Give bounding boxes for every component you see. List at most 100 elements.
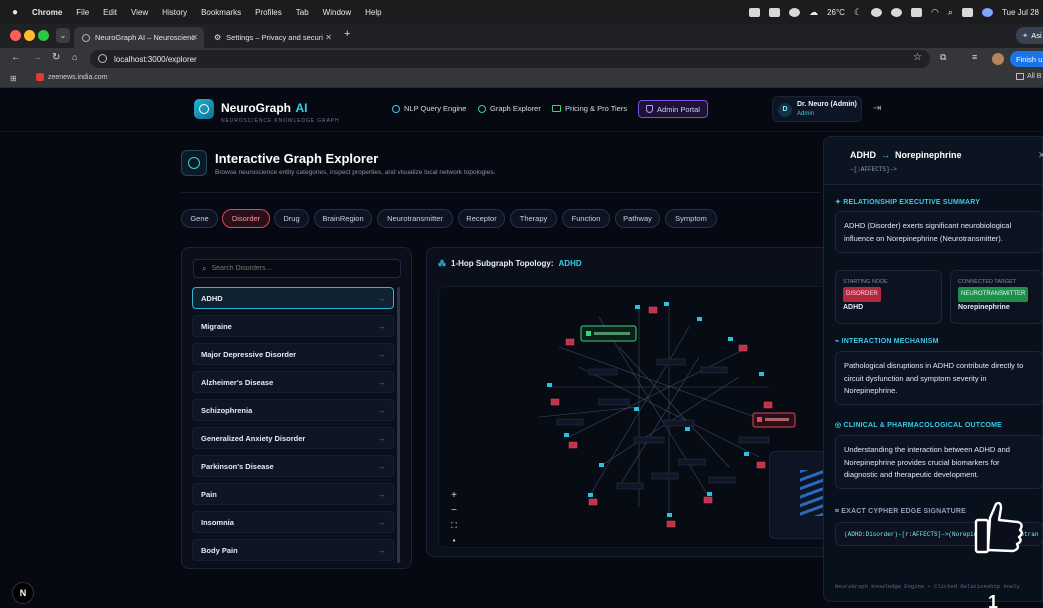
coffee-icon[interactable] [749, 7, 761, 17]
list-item-parkinsons[interactable]: Parkinson's Disease → [192, 455, 394, 477]
window-minimize-button[interactable] [24, 30, 35, 41]
assistant-button[interactable]: ✦ Asi [1016, 27, 1043, 44]
menu-edit[interactable]: Edit [103, 8, 117, 17]
summary-box: ADHD (Disorder) exerts significant neuro… [835, 211, 1043, 253]
input-source-icon[interactable] [911, 7, 923, 17]
apple-menu-icon[interactable]: ● [12, 7, 18, 18]
menu-app-name[interactable]: Chrome [32, 8, 62, 17]
chip-neurotransmitter[interactable]: Neurotransmitter [377, 209, 453, 228]
logout-icon[interactable]: ⇥ [873, 103, 881, 114]
airdrop-icon[interactable] [891, 7, 903, 17]
bookmark-zeenews[interactable]: zeenews.india.com [36, 73, 108, 81]
neurotransmitter-badge: NEUROTRANSMITTER [958, 287, 1029, 302]
extensions-icon[interactable]: ⧉ [940, 52, 946, 63]
page-subtitle: Browse neuroscience entity categories, i… [215, 169, 496, 176]
list-item-migraine[interactable]: Migraine → [192, 315, 394, 337]
chip-receptor[interactable]: Receptor [458, 209, 505, 228]
mechanism-text: Pathological disruptions in ADHD contrib… [844, 361, 1024, 395]
list-item-anxiety[interactable]: Generalized Anxiety Disorder → [192, 427, 394, 449]
fit-view-button[interactable]: ⛶ [448, 520, 460, 532]
all-bookmarks-button[interactable]: All B [1016, 73, 1041, 80]
list-item-insomnia[interactable]: Insomnia → [192, 511, 394, 533]
chip-drug[interactable]: Drug [274, 209, 309, 228]
moon-icon[interactable]: ☾ [854, 7, 862, 18]
lock-icon[interactable]: ▪ [448, 535, 460, 547]
play-icon[interactable] [871, 7, 883, 17]
tab-close-icon[interactable]: ✕ [191, 33, 198, 42]
graph-header: ⁂ 1-Hop Subgraph Topology: ADHD [438, 259, 582, 268]
new-tab-button[interactable]: + [344, 28, 350, 40]
profile-avatar[interactable] [992, 53, 1004, 65]
list-item-alzheimers[interactable]: Alzheimer's Disease → [192, 371, 394, 393]
user-menu[interactable]: D Dr. Neuro (Admin) Admin [772, 96, 862, 122]
close-icon[interactable]: ✕ [1038, 150, 1043, 161]
app-status-icon[interactable] [769, 7, 781, 17]
menu-view[interactable]: View [131, 8, 148, 17]
menu-history[interactable]: History [162, 8, 187, 17]
reload-icon[interactable]: ↻ [52, 52, 60, 63]
bookmark-star-icon[interactable]: ☆ [913, 52, 922, 63]
control-center-icon[interactable] [961, 7, 973, 17]
graph-canvas[interactable] [438, 286, 838, 548]
weather-temp[interactable]: 26°C [827, 8, 845, 17]
weather-cloud-icon[interactable]: ☁ [809, 7, 818, 18]
target-node: Norepinephrine [895, 150, 962, 160]
topology-icon: ⁂ [438, 259, 446, 268]
relation-type: –[:AFFECTS]–> [850, 166, 897, 173]
menu-tab[interactable]: Tab [296, 8, 309, 17]
list-item-depression[interactable]: Major Depressive Disorder → [192, 343, 394, 365]
brand-logo[interactable] [194, 99, 214, 119]
record-icon[interactable] [789, 7, 801, 17]
menu-window[interactable]: Window [323, 8, 351, 17]
list-item-adhd[interactable]: ADHD → [192, 287, 394, 309]
outcome-text: Understanding the interaction between AD… [844, 445, 1010, 479]
nav-graph-explorer[interactable]: Graph Explorer [478, 104, 541, 113]
window-close-button[interactable] [10, 30, 21, 41]
forward-icon[interactable]: → [32, 52, 42, 63]
menubar-datetime[interactable]: Tue Jul 28 [1002, 8, 1039, 17]
list-item-pain[interactable]: Pain → [192, 483, 394, 505]
list-scrollbar[interactable] [397, 287, 400, 563]
chip-function[interactable]: Function [562, 209, 610, 228]
list-item-schizophrenia[interactable]: Schizophrenia → [192, 399, 394, 421]
search-icon: ⌕ [202, 263, 207, 273]
nextjs-badge[interactable]: N [12, 582, 34, 604]
chip-gene[interactable]: Gene [181, 209, 218, 228]
wifi-icon[interactable]: ◠ [931, 7, 939, 18]
menu-file[interactable]: File [76, 8, 89, 17]
window-zoom-button[interactable] [38, 30, 49, 41]
menu-help[interactable]: Help [365, 8, 381, 17]
menu-bookmarks[interactable]: Bookmarks [201, 8, 241, 17]
zoom-in-button[interactable]: + [448, 490, 460, 502]
chip-symptom[interactable]: Symptom [665, 209, 717, 228]
tab-neurograph[interactable]: NeuroGraph AI – Neuroscienc ✕ [74, 27, 204, 48]
zoom-out-button[interactable]: − [448, 505, 460, 517]
nav-admin-portal[interactable]: Admin Portal [638, 100, 708, 118]
chip-disorder[interactable]: Disorder [222, 209, 270, 228]
search-input[interactable]: ⌕ [193, 259, 401, 278]
reading-list-icon[interactable]: ≡ [972, 52, 977, 62]
nav-nlp-query-engine[interactable]: NLP Query Engine [392, 104, 466, 113]
bookmark-label: zeenews.india.com [48, 73, 108, 81]
tab-settings[interactable]: ⚙ Settings – Privacy and securi ✕ [206, 27, 338, 48]
chip-therapy[interactable]: Therapy [510, 209, 557, 228]
list-item-body-pain[interactable]: Body Pain → [192, 539, 394, 561]
tab-close-icon[interactable]: ✕ [325, 33, 332, 42]
site-info-icon[interactable] [98, 54, 107, 63]
address-url[interactable]: localhost:3000/explorer [114, 55, 197, 64]
list-item-label: Insomnia [201, 517, 234, 527]
chip-brainregion[interactable]: BrainRegion [314, 209, 372, 228]
finish-update-button[interactable]: Finish u [1010, 51, 1043, 67]
menu-profiles[interactable]: Profiles [255, 8, 282, 17]
home-icon[interactable]: ⌂ [72, 52, 77, 62]
address-bar[interactable]: localhost:3000/explorer ☆ [90, 50, 930, 68]
nav-pricing[interactable]: Pricing & Pro Tiers [552, 104, 627, 113]
search-icon[interactable]: ⌕ [948, 7, 953, 18]
tab-search-button[interactable]: ⌄ [56, 28, 70, 43]
search-field[interactable] [211, 265, 382, 272]
brand-tagline: NEUROSCIENCE KNOWLEDGE GRAPH [221, 118, 340, 124]
siri-icon[interactable] [981, 7, 993, 17]
back-icon[interactable]: ← [11, 52, 21, 63]
chip-pathway[interactable]: Pathway [615, 209, 660, 228]
apps-grid-icon[interactable]: ⊞ [10, 74, 17, 83]
